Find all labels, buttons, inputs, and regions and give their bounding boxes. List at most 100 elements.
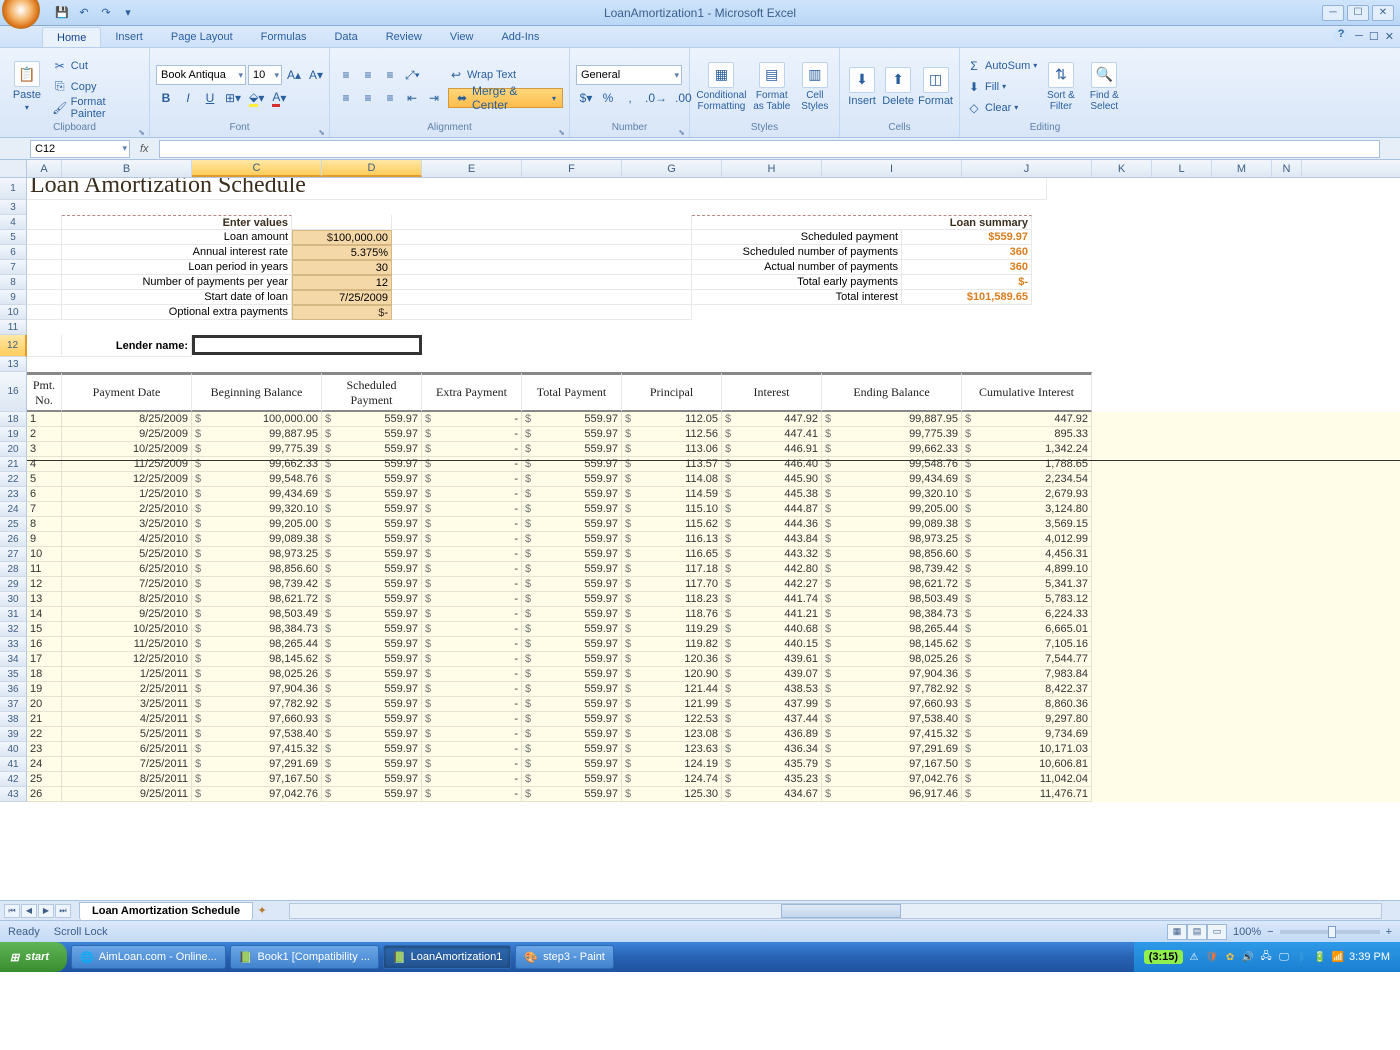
- col-header-J[interactable]: J: [962, 160, 1092, 177]
- col-header-M[interactable]: M: [1212, 160, 1272, 177]
- amort-tot[interactable]: $559.97: [522, 772, 622, 787]
- amort-beg[interactable]: $97,660.93: [192, 712, 322, 727]
- amort-prin[interactable]: $119.82: [622, 637, 722, 652]
- amort-end[interactable]: $98,621.72: [822, 577, 962, 592]
- amort-int[interactable]: $436.89: [722, 727, 822, 742]
- amort-beg[interactable]: $99,775.39: [192, 442, 322, 457]
- amort-no[interactable]: 26: [27, 787, 62, 802]
- col-header-D[interactable]: D: [322, 160, 422, 177]
- delete-cells-button[interactable]: ⬆Delete: [882, 54, 914, 120]
- format-as-table-button[interactable]: ▤Format as Table: [751, 54, 793, 120]
- row-header[interactable]: 42: [0, 772, 27, 787]
- amort-int[interactable]: $439.61: [722, 652, 822, 667]
- amort-beg[interactable]: $97,291.69: [192, 757, 322, 772]
- amort-prin[interactable]: $122.53: [622, 712, 722, 727]
- bold-button[interactable]: B: [156, 88, 176, 108]
- amort-tot[interactable]: $559.97: [522, 412, 622, 427]
- align-right-button[interactable]: ≡: [380, 88, 400, 108]
- amort-extra[interactable]: $-: [422, 502, 522, 517]
- amort-extra[interactable]: $-: [422, 727, 522, 742]
- amort-prin[interactable]: $119.29: [622, 622, 722, 637]
- amort-prin[interactable]: $124.19: [622, 757, 722, 772]
- amort-no[interactable]: 1: [27, 412, 62, 427]
- amort-header[interactable]: Interest: [722, 372, 822, 412]
- office-button[interactable]: [2, 0, 40, 29]
- amort-extra[interactable]: $-: [422, 472, 522, 487]
- amort-date[interactable]: 12/25/2009: [62, 472, 192, 487]
- amort-tot[interactable]: $559.97: [522, 577, 622, 592]
- amort-sch[interactable]: $559.97: [322, 772, 422, 787]
- row-header[interactable]: 40: [0, 742, 27, 757]
- amort-int[interactable]: $441.74: [722, 592, 822, 607]
- amort-end[interactable]: $98,856.60: [822, 547, 962, 562]
- amort-no[interactable]: 21: [27, 712, 62, 727]
- view-normal-button[interactable]: ▦: [1167, 924, 1187, 940]
- summary-value[interactable]: 360: [902, 260, 1032, 275]
- tab-next-button[interactable]: ▶: [38, 904, 54, 918]
- amort-end[interactable]: $99,434.69: [822, 472, 962, 487]
- zoom-in-button[interactable]: +: [1386, 926, 1392, 938]
- amort-tot[interactable]: $559.97: [522, 592, 622, 607]
- input-value[interactable]: 30: [292, 260, 392, 275]
- amort-date[interactable]: 9/25/2010: [62, 607, 192, 622]
- amort-extra[interactable]: $-: [422, 667, 522, 682]
- amort-cum[interactable]: $3,124.80: [962, 502, 1092, 517]
- summary-label[interactable]: Actual number of payments: [692, 260, 902, 275]
- underline-button[interactable]: U: [200, 88, 220, 108]
- summary-label[interactable]: Scheduled payment: [692, 230, 902, 245]
- amort-no[interactable]: 3: [27, 442, 62, 457]
- amort-prin[interactable]: $112.05: [622, 412, 722, 427]
- amort-tot[interactable]: $559.97: [522, 532, 622, 547]
- amort-sch[interactable]: $559.97: [322, 577, 422, 592]
- amort-no[interactable]: 12: [27, 577, 62, 592]
- amort-tot[interactable]: $559.97: [522, 727, 622, 742]
- amort-sch[interactable]: $559.97: [322, 727, 422, 742]
- amort-tot[interactable]: $559.97: [522, 682, 622, 697]
- input-value[interactable]: $100,000.00: [292, 230, 392, 245]
- tray-shield-icon[interactable]: 🛡: [1205, 950, 1219, 964]
- amort-no[interactable]: 23: [27, 742, 62, 757]
- amort-cum[interactable]: $4,456.31: [962, 547, 1092, 562]
- amort-no[interactable]: 20: [27, 697, 62, 712]
- row-header[interactable]: 43: [0, 787, 27, 802]
- amort-beg[interactable]: $97,415.32: [192, 742, 322, 757]
- amort-no[interactable]: 10: [27, 547, 62, 562]
- amort-prin[interactable]: $115.10: [622, 502, 722, 517]
- amort-end[interactable]: $98,739.42: [822, 562, 962, 577]
- amort-end[interactable]: $97,291.69: [822, 742, 962, 757]
- orientation-button[interactable]: ⤢▾: [402, 65, 423, 85]
- row-header[interactable]: 34: [0, 652, 27, 667]
- wrap-text-button[interactable]: ↩Wrap Text: [448, 65, 563, 85]
- horizontal-scrollbar[interactable]: [289, 903, 1382, 919]
- amort-cum[interactable]: $9,734.69: [962, 727, 1092, 742]
- amort-beg[interactable]: $98,856.60: [192, 562, 322, 577]
- amort-sch[interactable]: $559.97: [322, 607, 422, 622]
- row-header[interactable]: 22: [0, 472, 27, 487]
- amort-int[interactable]: $444.87: [722, 502, 822, 517]
- tab-last-button[interactable]: ⏭: [55, 904, 71, 918]
- col-header-H[interactable]: H: [722, 160, 822, 177]
- amort-int[interactable]: $442.80: [722, 562, 822, 577]
- amort-date[interactable]: 2/25/2011: [62, 682, 192, 697]
- amort-int[interactable]: $443.32: [722, 547, 822, 562]
- amort-tot[interactable]: $559.97: [522, 742, 622, 757]
- amort-tot[interactable]: $559.97: [522, 427, 622, 442]
- amort-end[interactable]: $99,205.00: [822, 502, 962, 517]
- amort-date[interactable]: 4/25/2011: [62, 712, 192, 727]
- amort-header[interactable]: Beginning Balance: [192, 372, 322, 412]
- row-header[interactable]: 35: [0, 667, 27, 682]
- input-label[interactable]: Start date of loan: [62, 290, 292, 305]
- doc-restore-button[interactable]: ☐: [1369, 30, 1379, 43]
- col-header-G[interactable]: G: [622, 160, 722, 177]
- amort-tot[interactable]: $559.97: [522, 487, 622, 502]
- amort-extra[interactable]: $-: [422, 637, 522, 652]
- summary-label[interactable]: Total interest: [692, 290, 902, 305]
- tab-insert[interactable]: Insert: [101, 27, 157, 47]
- amort-extra[interactable]: $-: [422, 427, 522, 442]
- col-header-L[interactable]: L: [1152, 160, 1212, 177]
- amort-no[interactable]: 18: [27, 667, 62, 682]
- amort-date[interactable]: 8/25/2010: [62, 592, 192, 607]
- copy-button[interactable]: ⎘Copy: [52, 77, 143, 97]
- amort-int[interactable]: $434.67: [722, 787, 822, 802]
- amort-no[interactable]: 19: [27, 682, 62, 697]
